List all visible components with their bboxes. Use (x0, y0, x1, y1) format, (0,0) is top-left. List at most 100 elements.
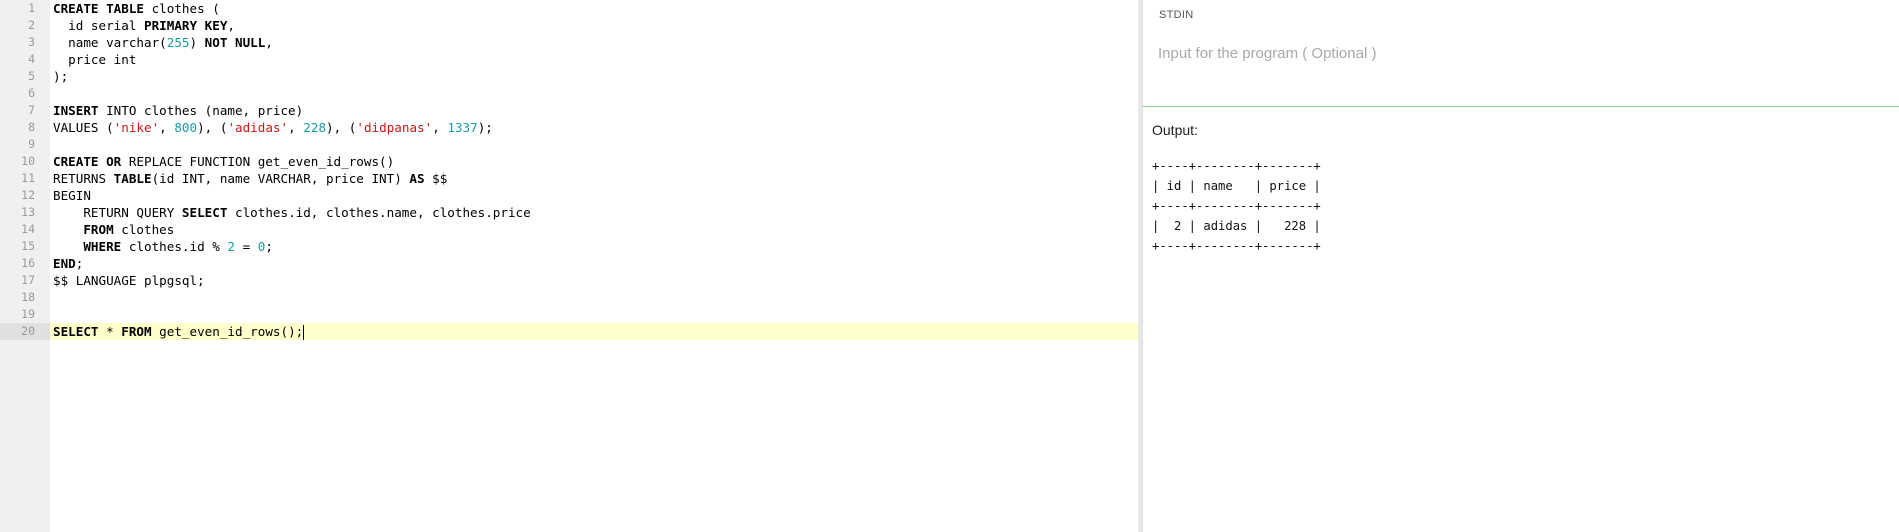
line-number: 5 (28, 69, 35, 83)
code-line[interactable]: 17 $$ LANGUAGE plpgsql; (0, 272, 1138, 289)
number-token: 228 (303, 120, 327, 135)
code-token: , (227, 18, 235, 33)
code-token: ; (75, 256, 84, 271)
line-number: 10 (21, 154, 35, 168)
code-token: INTO clothes (name, price) (98, 103, 304, 118)
code-area[interactable]: 1 CREATE TABLE clothes (2 id serial PRIMA… (0, 0, 1138, 532)
number-token: 2 (227, 239, 236, 254)
code-line[interactable]: 2 id serial PRIMARY KEY, (0, 17, 1138, 34)
code-line[interactable]: 9 (0, 136, 1138, 153)
code-token: ); (477, 120, 493, 135)
line-code: CREATE OR REPLACE FUNCTION get_even_id_r… (53, 153, 394, 170)
code-token: clothes (113, 222, 175, 237)
code-token: , (432, 120, 448, 135)
code-line[interactable]: 1 CREATE TABLE clothes ( (0, 0, 1138, 17)
stdin-input[interactable] (1153, 38, 1858, 68)
keyword-token: END (53, 256, 76, 271)
number-token: 255 (166, 35, 190, 50)
code-token: ), ( (197, 120, 228, 135)
code-line[interactable]: 14 FROM clothes (0, 221, 1138, 238)
line-number: 17 (21, 273, 35, 287)
line-number: 8 (28, 120, 35, 134)
line-number: 3 (28, 35, 35, 49)
line-code: RETURN QUERY SELECT clothes.id, clothes.… (53, 204, 531, 221)
code-token: clothes ( (144, 1, 220, 16)
code-line[interactable]: 3 name varchar(255) NOT NULL, (0, 34, 1138, 51)
line-number: 16 (21, 256, 35, 270)
code-line[interactable]: 11 RETURNS TABLE(id INT, name VARCHAR, pr… (0, 170, 1138, 187)
code-token: , (288, 120, 304, 135)
string-token: 'nike' (113, 120, 160, 135)
code-token: (id INT, name VARCHAR, price INT) (151, 171, 410, 186)
line-number: 14 (21, 222, 35, 236)
keyword-token: CREATE OR (53, 154, 122, 169)
code-token: $$ (424, 171, 448, 186)
keyword-token: SELECT (53, 324, 99, 339)
line-number: 18 (21, 290, 35, 304)
code-line[interactable]: 20 SELECT * FROM get_even_id_rows(); (0, 323, 1138, 340)
keyword-token: PRIMARY KEY (144, 18, 228, 33)
code-line[interactable]: 12 BEGIN (0, 187, 1138, 204)
string-token: 'didpanas' (356, 120, 433, 135)
code-line[interactable]: 18 (0, 289, 1138, 306)
code-line[interactable]: 10 CREATE OR REPLACE FUNCTION get_even_id… (0, 153, 1138, 170)
line-number: 6 (28, 86, 35, 100)
line-code: price int (53, 51, 136, 68)
keyword-token: NOT NULL (204, 35, 266, 50)
code-line[interactable]: 8 VALUES ('nike', 800), ('adidas', 228), … (0, 119, 1138, 136)
code-token: ), ( (326, 120, 357, 135)
keyword-token: INSERT (53, 103, 99, 118)
keyword-token: AS (409, 171, 425, 186)
code-line[interactable]: 4 price int (0, 51, 1138, 68)
keyword-token: CREATE TABLE (53, 1, 144, 16)
code-token: VALUES ( (53, 120, 114, 135)
code-line[interactable]: 7 INSERT INTO clothes (name, price) (0, 102, 1138, 119)
code-token: RETURN QUERY (53, 205, 182, 220)
code-line[interactable]: 13 RETURN QUERY SELECT clothes.id, cloth… (0, 204, 1138, 221)
line-number: 12 (21, 188, 35, 202)
line-number: 2 (28, 18, 35, 32)
line-code: BEGIN (53, 187, 91, 204)
number-token: 800 (174, 120, 198, 135)
code-token: BEGIN (53, 188, 91, 203)
io-panel: STDIN Output: +----+--------+-------+ | … (1142, 0, 1899, 532)
line-code: FROM clothes (53, 221, 174, 238)
keyword-token: FROM (83, 222, 114, 237)
code-token: ) (189, 35, 205, 50)
line-code: id serial PRIMARY KEY, (53, 17, 235, 34)
line-code: $$ LANGUAGE plpgsql; (53, 272, 205, 289)
code-editor[interactable]: 1 CREATE TABLE clothes (2 id serial PRIMA… (0, 0, 1138, 532)
text-cursor (303, 325, 305, 340)
line-code: SELECT * FROM get_even_id_rows(); (53, 323, 305, 340)
code-token: ; (265, 239, 273, 254)
line-code: name varchar(255) NOT NULL, (53, 34, 273, 51)
keyword-token: SELECT (181, 205, 228, 220)
keyword-token: WHERE (83, 239, 122, 254)
code-token: REPLACE FUNCTION get_even_id_rows() (121, 154, 395, 169)
line-number: 11 (21, 171, 35, 185)
line-number: 20 (0, 323, 50, 340)
code-line[interactable]: 6 (0, 85, 1138, 102)
line-number: 19 (21, 307, 35, 321)
code-token: id serial (53, 18, 144, 33)
line-number: 15 (21, 239, 35, 253)
line-number: 1 (28, 1, 35, 15)
code-line[interactable]: 16 END; (0, 255, 1138, 272)
code-line[interactable]: 15 WHERE clothes.id % 2 = 0; (0, 238, 1138, 255)
number-token: 1337 (447, 120, 478, 135)
code-line[interactable]: 19 (0, 306, 1138, 323)
output-text: +----+--------+-------+ | id | name | pr… (1152, 159, 1321, 253)
code-line[interactable]: 5); (0, 68, 1138, 85)
line-number: 4 (28, 52, 35, 66)
code-token: clothes.id, clothes.name, clothes.price (227, 205, 531, 220)
line-code: ); (53, 68, 68, 85)
code-token: RETURNS (53, 171, 114, 186)
line-code: RETURNS TABLE(id INT, name VARCHAR, pric… (53, 170, 447, 187)
code-token: , (159, 120, 175, 135)
code-token: ); (53, 69, 69, 84)
code-token: , (265, 35, 273, 50)
code-token: * (98, 324, 122, 339)
line-code: CREATE TABLE clothes ( (53, 0, 220, 17)
